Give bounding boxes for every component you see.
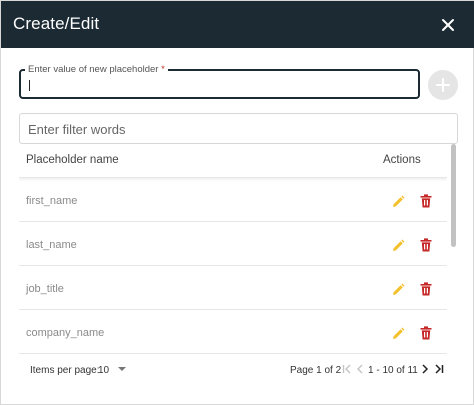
next-page-button[interactable] (419, 362, 431, 376)
placeholder-table: Placeholder name Actions first_name last… (19, 144, 447, 354)
last-page-button[interactable] (433, 362, 445, 376)
items-per-page-select[interactable]: 10 (98, 361, 130, 379)
dialog-title: Create/Edit (13, 14, 100, 33)
items-per-page-value: 10 (98, 365, 110, 376)
filter-field[interactable] (19, 113, 458, 144)
placeholder-value-input[interactable] (26, 74, 411, 94)
trash-icon (420, 238, 432, 252)
pencil-icon (393, 195, 405, 207)
edit-button[interactable] (391, 327, 405, 341)
delete-button[interactable] (420, 326, 432, 340)
table-row: last_name (19, 222, 447, 266)
page-info: Page 1 of 2 (290, 365, 342, 376)
row-name: company_name (26, 327, 105, 339)
column-header-name: Placeholder name (26, 154, 119, 166)
row-name: first_name (26, 195, 78, 207)
table-scrollbar[interactable] (450, 144, 456, 354)
row-name: last_name (26, 239, 77, 251)
pencil-icon (393, 327, 405, 339)
edit-button[interactable] (391, 195, 405, 209)
range-info: 1 - 10 of 11 (368, 365, 418, 376)
filter-input[interactable] (28, 120, 448, 138)
row-name: job_title (26, 283, 64, 295)
column-header-actions: Actions (383, 154, 421, 166)
chevron-left-icon (357, 364, 363, 374)
last-page-icon (435, 364, 444, 374)
pencil-icon (393, 283, 405, 295)
chevron-right-icon (422, 364, 429, 374)
create-edit-dialog: Create/Edit Enter value of new placehold… (0, 0, 474, 405)
close-icon (442, 19, 454, 31)
text-caret (29, 80, 30, 91)
dropdown-caret-icon (118, 367, 126, 371)
scrollbar-thumb[interactable] (451, 144, 456, 247)
pencil-icon (393, 239, 405, 251)
trash-icon (420, 326, 432, 340)
placeholder-value-label-text: Enter value of new placeholder (28, 64, 159, 75)
add-placeholder-button[interactable] (428, 70, 458, 100)
trash-icon (420, 282, 432, 296)
table-row: first_name (19, 178, 447, 222)
edit-button[interactable] (391, 239, 405, 253)
trash-icon (420, 194, 432, 208)
required-mark: * (161, 64, 165, 75)
pagination-bar: Items per page: 10 Page 1 of 2 1 - 10 of… (1, 354, 474, 392)
delete-button[interactable] (420, 194, 432, 208)
plus-icon (436, 78, 450, 92)
dialog-header: Create/Edit (1, 1, 474, 48)
table-row: company_name (19, 310, 447, 354)
table-row: job_title (19, 266, 447, 310)
items-per-page-label: Items per page: (30, 365, 100, 376)
close-button[interactable] (437, 14, 459, 36)
previous-page-button[interactable] (354, 362, 366, 376)
first-page-icon (342, 364, 351, 374)
delete-button[interactable] (420, 282, 432, 296)
first-page-button[interactable] (341, 362, 353, 376)
placeholder-value-label: Enter value of new placeholder * (25, 64, 168, 75)
edit-button[interactable] (391, 283, 405, 297)
delete-button[interactable] (420, 238, 432, 252)
table-header: Placeholder name Actions (19, 144, 447, 178)
